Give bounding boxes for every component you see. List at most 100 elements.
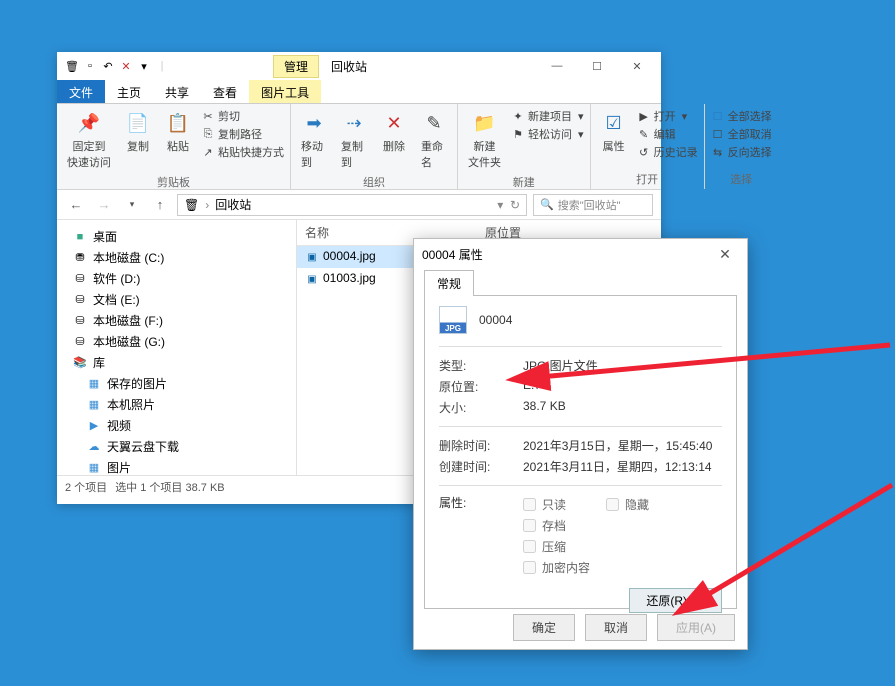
- tab-view[interactable]: 查看: [201, 80, 249, 103]
- back-button[interactable]: ←: [65, 194, 87, 216]
- search-input[interactable]: 🔍 搜索"回收站": [533, 194, 653, 216]
- hidden-checkbox[interactable]: 隐藏: [606, 494, 649, 515]
- properties-button[interactable]: ☑属性: [597, 108, 631, 156]
- created-value: 2021年3月11日，星期四，12:13:14: [523, 458, 712, 475]
- qat-properties-icon[interactable]: ▫: [83, 59, 97, 73]
- paste-button[interactable]: 📋粘贴: [161, 108, 195, 156]
- selectnone-button[interactable]: ☐全部取消: [711, 126, 772, 142]
- pasteshortcut-button[interactable]: ↗粘贴快捷方式: [201, 144, 284, 160]
- minimize-button[interactable]: —: [537, 54, 577, 78]
- tab-picture-tools[interactable]: 图片工具: [249, 80, 321, 103]
- newfolder-button[interactable]: 📁新建 文件夹: [464, 108, 505, 172]
- origin-value: E:\: [523, 378, 538, 395]
- tree-desktop[interactable]: 桌面: [93, 228, 117, 245]
- apply-button[interactable]: 应用(A): [657, 614, 735, 641]
- qat-dropdown-icon[interactable]: ▾: [137, 59, 151, 73]
- selectall-icon: ☐: [711, 109, 725, 123]
- ribbon-group-clipboard: 📌固定到 快速访问 📄复制 📋粘贴 ✂剪切 ⎘复制路径 ↗粘贴快捷方式 剪贴板: [57, 104, 291, 189]
- close-icon[interactable]: ✕: [711, 246, 739, 263]
- jpg-filetype-icon: JPG: [439, 306, 467, 334]
- cut-icon: ✂: [201, 109, 215, 123]
- group-label-new: 新建: [464, 172, 584, 190]
- open-button[interactable]: ▶打开 ▾: [637, 108, 698, 124]
- tree-d[interactable]: 软件 (D:): [93, 270, 140, 287]
- tree-libs[interactable]: 库: [93, 354, 105, 371]
- status-count: 2 个项目: [65, 479, 107, 495]
- recent-dropdown[interactable]: ▾: [121, 194, 143, 216]
- tree-savedpics[interactable]: 保存的图片: [107, 375, 167, 392]
- qat-delete-icon[interactable]: ✕: [119, 59, 133, 73]
- tree-cameraroll[interactable]: 本机照片: [107, 396, 155, 413]
- tree-g[interactable]: 本地磁盘 (G:): [93, 333, 165, 350]
- delete-button[interactable]: ✕删除: [377, 108, 411, 156]
- properties-dialog: 00004 属性 ✕ 常规 JPG 00004 类型:JPG 图片文件 原位置:…: [413, 238, 748, 650]
- props-filename: 00004: [479, 313, 512, 327]
- created-label: 创建时间:: [439, 458, 495, 475]
- selectnone-icon: ☐: [711, 127, 725, 141]
- group-label-organize: 组织: [297, 172, 451, 190]
- selectall-button[interactable]: ☐全部选择: [711, 108, 772, 124]
- breadcrumb-location[interactable]: 回收站: [215, 196, 251, 213]
- history-icon: ↺: [637, 145, 651, 159]
- pictures-icon: ▦: [87, 377, 101, 391]
- pictures-icon: ▦: [87, 398, 101, 412]
- ribbon-group-open: ☑属性 ▶打开 ▾ ✎编辑 ↺历史记录 打开: [591, 104, 705, 189]
- tab-share[interactable]: 共享: [153, 80, 201, 103]
- tab-home[interactable]: 主页: [105, 80, 153, 103]
- group-label-open: 打开: [597, 169, 698, 187]
- copyto-icon: ⇢: [341, 110, 367, 136]
- copypath-button[interactable]: ⎘复制路径: [201, 126, 284, 142]
- cut-button[interactable]: ✂剪切: [201, 108, 284, 124]
- tab-general[interactable]: 常规: [424, 270, 474, 296]
- videos-icon: ▶: [87, 419, 101, 433]
- dialog-title: 00004 属性: [422, 246, 483, 263]
- copy-button[interactable]: 📄复制: [121, 108, 155, 156]
- navigation-tree[interactable]: ■桌面 ⛃本地磁盘 (C:) ⛁软件 (D:) ⛁文档 (E:) ⛁本地磁盘 (…: [57, 220, 297, 475]
- maximize-button[interactable]: ☐: [577, 54, 617, 78]
- group-label-select: 选择: [711, 169, 772, 187]
- rename-button[interactable]: ✎重命名: [417, 108, 451, 172]
- status-selection: 选中 1 个项目 38.7 KB: [115, 479, 224, 495]
- archive-checkbox[interactable]: 存档: [523, 515, 722, 536]
- tree-f[interactable]: 本地磁盘 (F:): [93, 312, 163, 329]
- tree-tianyi[interactable]: 天翼云盘下载: [107, 438, 179, 455]
- file-name: 00004.jpg: [323, 249, 376, 263]
- ok-button[interactable]: 确定: [513, 614, 575, 641]
- path-icon: ⎘: [201, 127, 215, 141]
- readonly-checkbox[interactable]: 只读: [523, 494, 566, 515]
- tree-c[interactable]: 本地磁盘 (C:): [93, 249, 164, 266]
- tree-e[interactable]: 文档 (E:): [93, 291, 140, 308]
- encrypted-checkbox[interactable]: 加密内容: [523, 557, 722, 578]
- libraries-icon: 📚: [73, 356, 87, 370]
- tree-videos[interactable]: 视频: [107, 417, 131, 434]
- ribbon-group-organize: ➡移动到 ⇢复制到 ✕删除 ✎重命名 组织: [291, 104, 458, 189]
- recycle-bin-icon: 🗑: [65, 59, 79, 73]
- attributes-label: 属性:: [439, 494, 495, 578]
- invert-button[interactable]: ⇆反向选择: [711, 144, 772, 160]
- breadcrumb[interactable]: 🗑 › 回收站 ▾ ↻: [177, 194, 527, 216]
- delete-icon: ✕: [381, 110, 407, 136]
- pin-button[interactable]: 📌固定到 快速访问: [63, 108, 115, 172]
- up-button[interactable]: ↑: [149, 194, 171, 216]
- copyto-button[interactable]: ⇢复制到: [337, 108, 371, 172]
- dialog-titlebar: 00004 属性 ✕: [414, 239, 747, 269]
- size-label: 大小:: [439, 399, 495, 416]
- newitem-button[interactable]: ✦新建项目 ▾: [511, 108, 584, 124]
- edit-button[interactable]: ✎编辑: [637, 126, 698, 142]
- moveto-button[interactable]: ➡移动到: [297, 108, 331, 172]
- properties-icon: ☑: [601, 110, 627, 136]
- compressed-checkbox[interactable]: 压缩: [523, 536, 722, 557]
- restore-button[interactable]: 还原(R): [629, 588, 722, 613]
- easyaccess-icon: ⚑: [511, 127, 525, 141]
- pin-icon: 📌: [76, 110, 102, 136]
- cancel-button[interactable]: 取消: [585, 614, 647, 641]
- tree-pictures[interactable]: 图片: [107, 459, 131, 475]
- forward-button[interactable]: →: [93, 194, 115, 216]
- easyaccess-button[interactable]: ⚑轻松访问 ▾: [511, 126, 584, 142]
- history-button[interactable]: ↺历史记录: [637, 144, 698, 160]
- tab-file[interactable]: 文件: [57, 80, 105, 103]
- qat-undo-icon[interactable]: ↶: [101, 59, 115, 73]
- search-icon: 🔍: [540, 198, 554, 211]
- manage-contextual-tab[interactable]: 管理: [273, 55, 319, 78]
- close-button[interactable]: ✕: [617, 54, 657, 78]
